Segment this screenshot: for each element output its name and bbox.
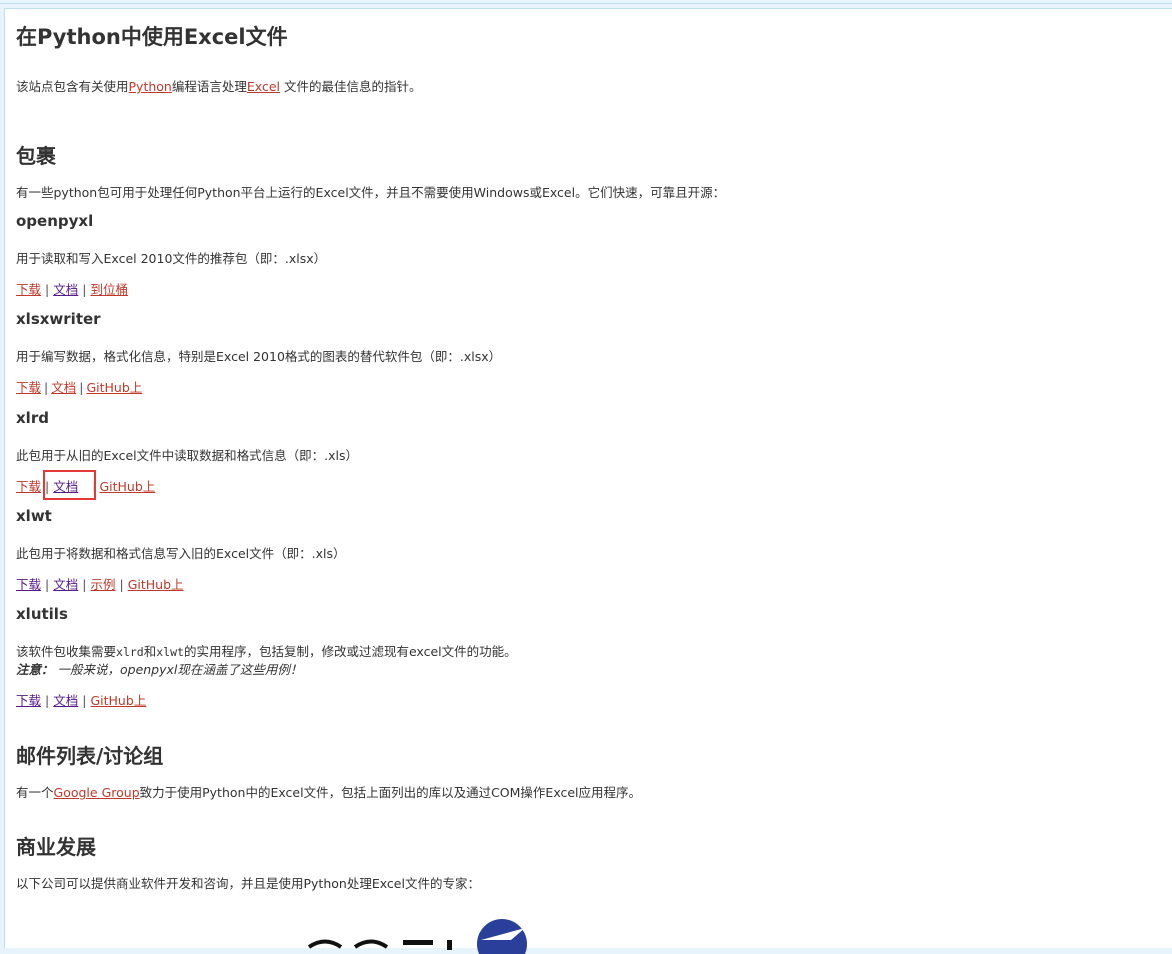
package-name-xlrd: xlrd (16, 409, 49, 427)
package-links-xlutils: 下载 | 文档 | GitHub上 (16, 690, 146, 709)
separator: | (82, 693, 87, 708)
xlsxwriter-docs-link[interactable]: 文档 (51, 380, 76, 395)
xlwt-examples-link[interactable]: 示例 (90, 577, 115, 592)
xlutils-desc-before: 该软件包收集需要 (16, 644, 117, 659)
highlight-box (43, 470, 96, 500)
xlutils-docs-link[interactable]: 文档 (53, 693, 78, 708)
intro-text-middle: 编程语言处理 (171, 79, 247, 94)
xlsxwriter-download-link[interactable]: 下载 (16, 380, 41, 395)
separator: | (45, 282, 50, 297)
package-links-openpyxl: 下载 | 文档 | 到位桶 (16, 279, 128, 298)
separator: | (82, 282, 87, 297)
commercial-description: 以下公司可以提供商业软件开发和咨询，并且是使用Python处理Excel文件的专… (16, 876, 480, 891)
xlutils-download-link[interactable]: 下载 (16, 693, 41, 708)
intro-paragraph: 该站点包含有关使用Python编程语言处理Excel 文件的最佳信息的指针。 (16, 76, 421, 95)
python-link[interactable]: Python (129, 79, 172, 94)
company-logo[interactable] (305, 914, 545, 954)
top-border (0, 3, 1172, 4)
mailing-text-after: 致力于使用Python中的Excel文件，包括上面列出的库以及通过COM操作Ex… (139, 785, 642, 800)
packages-description: 有一些python包可用于处理任何Python平台上运行的Excel文件，并且不… (16, 185, 726, 200)
xlwt-download-link[interactable]: 下载 (16, 577, 41, 592)
xlwt-code: xlwt (156, 645, 184, 659)
openpyxl-docs-link[interactable]: 文档 (53, 282, 78, 297)
xlrd-code: xlrd (116, 645, 144, 659)
note-text: 一般来说，openpyxl现在涵盖了这些用例！ (53, 662, 303, 677)
xlutils-note: 注意： 一般来说，openpyxl现在涵盖了这些用例！ (16, 659, 302, 678)
mailing-list-description: 有一个Google Group致力于使用Python中的Excel文件，包括上面… (16, 782, 641, 801)
xlrd-download-link[interactable]: 下载 (16, 479, 41, 494)
openpyxl-bitbucket-link[interactable]: 到位桶 (90, 282, 128, 297)
intro-text-before: 该站点包含有关使用 (16, 79, 129, 94)
separator: | (45, 577, 50, 592)
company-logo-icon (307, 919, 527, 954)
xlwt-docs-link[interactable]: 文档 (53, 577, 78, 592)
package-name-xlutils: xlutils (16, 605, 68, 623)
xlutils-desc-after: 的实用程序，包括复制，修改或过滤现有excel文件的功能。 (183, 644, 517, 659)
package-links-xlwt: 下载 | 文档 | 示例 | GitHub上 (16, 574, 184, 593)
xlutils-github-link[interactable]: GitHub上 (90, 693, 146, 708)
package-name-openpyxl: openpyxl (16, 212, 94, 230)
xlsxwriter-github-link[interactable]: GitHub上 (86, 380, 142, 395)
package-desc-xlwt: 此包用于将数据和格式信息写入旧的Excel文件（即：.xls） (16, 546, 346, 561)
intro-text-after: 文件的最佳信息的指针。 (280, 79, 422, 94)
package-desc-xlsxwriter: 用于编写数据，格式化信息，特别是Excel 2010格式的图表的替代软件包（即：… (16, 349, 502, 364)
separator: | (82, 577, 87, 592)
packages-heading: 包裹 (16, 144, 56, 168)
mailing-text-before: 有一个 (16, 785, 54, 800)
package-name-xlsxwriter: xlsxwriter (16, 310, 101, 328)
separator: | (119, 577, 124, 592)
page-container: 在Python中使用Excel文件 该站点包含有关使用Python编程语言处理E… (4, 8, 1172, 954)
package-links-xlsxwriter: 下载 | 文档 | GitHub上 (16, 377, 142, 396)
mailing-list-heading: 邮件列表/讨论组 (16, 744, 164, 768)
package-name-xlwt: xlwt (16, 507, 52, 525)
separator: | (45, 693, 50, 708)
package-desc-openpyxl: 用于读取和写入Excel 2010文件的推荐包（即：.xlsx） (16, 251, 327, 266)
openpyxl-download-link[interactable]: 下载 (16, 282, 41, 297)
excel-link[interactable]: Excel (247, 79, 280, 94)
commercial-heading: 商业发展 (16, 835, 96, 859)
package-desc-xlrd: 此包用于从旧的Excel文件中读取数据和格式信息（即：.xls） (16, 448, 358, 463)
page-title: 在Python中使用Excel文件 (16, 25, 288, 49)
xlrd-github-link[interactable]: GitHub上 (99, 479, 155, 494)
xlwt-github-link[interactable]: GitHub上 (128, 577, 184, 592)
note-label: 注意： (16, 662, 54, 677)
separator: | (79, 380, 84, 395)
package-desc-xlutils: 该软件包收集需要xlrd和xlwt的实用程序，包括复制，修改或过滤现有excel… (16, 641, 517, 660)
separator: | (44, 380, 49, 395)
xlutils-desc-and: 和 (143, 644, 157, 659)
google-group-link[interactable]: Google Group (54, 785, 140, 800)
